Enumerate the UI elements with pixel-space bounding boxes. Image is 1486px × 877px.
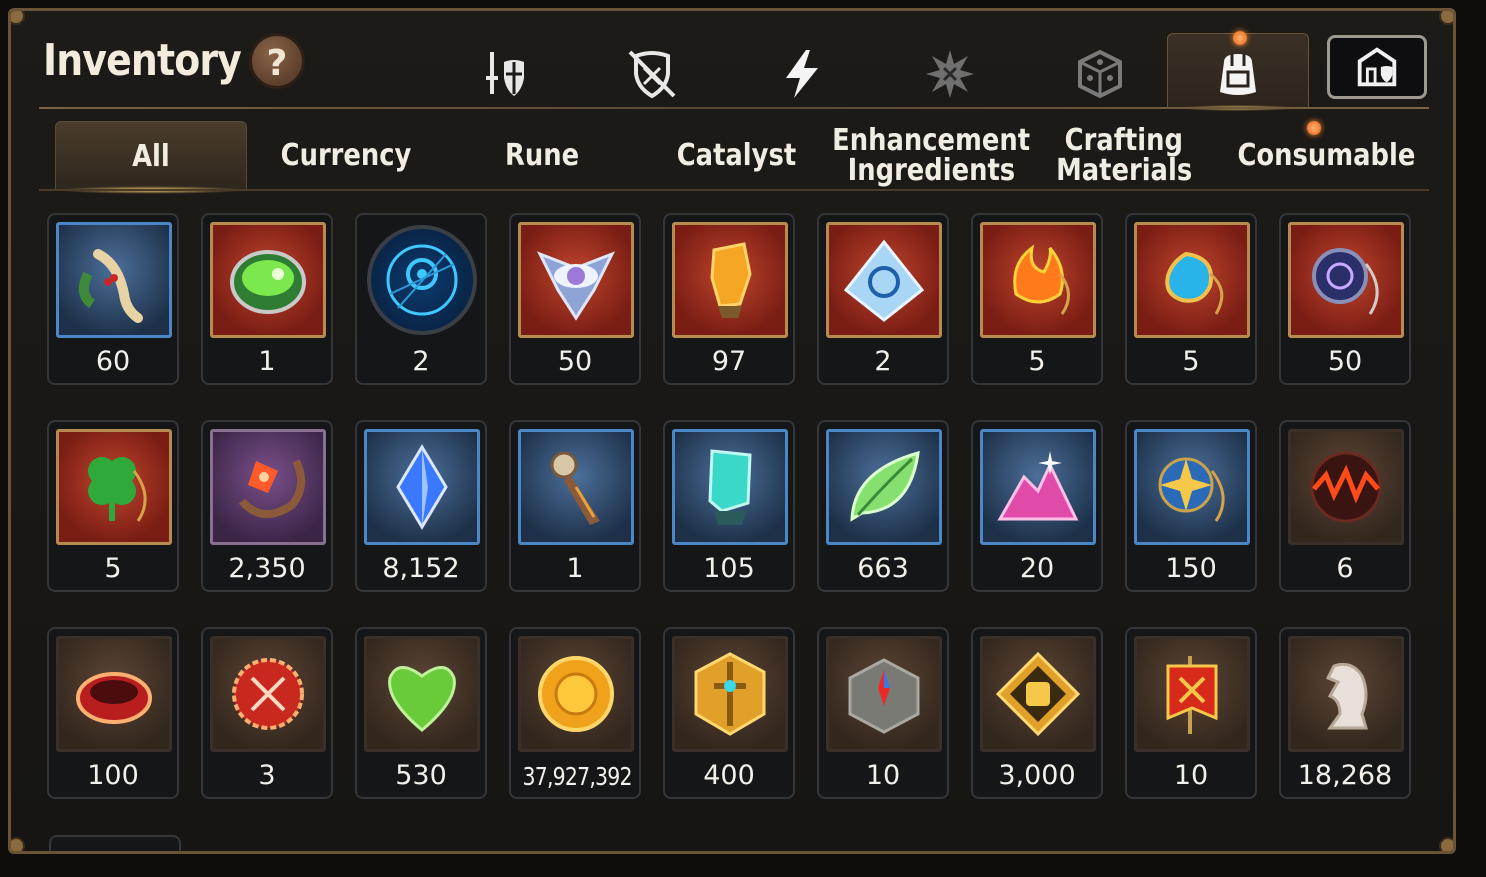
tabs-divider — [39, 189, 1429, 191]
green-gem-icon — [230, 250, 306, 314]
water-pendant-icon — [1165, 251, 1224, 315]
item-slot[interactable]: 10 — [817, 627, 949, 799]
item-slot[interactable]: 100 — [47, 627, 179, 799]
exit-castle-icon — [1357, 47, 1397, 87]
notification-dot — [1233, 31, 1247, 45]
chess-knight-icon — [1325, 662, 1368, 730]
triquetra-pyramid-icon — [843, 239, 925, 322]
item-slot[interactable]: 5 — [1125, 213, 1257, 385]
moon-pendant-icon — [1312, 248, 1379, 315]
header-divider — [39, 107, 1429, 109]
sword-shield-icon — [486, 52, 524, 96]
item-slot[interactable]: 50 — [1279, 213, 1411, 385]
fire-orb-icon — [1310, 451, 1382, 523]
tab-enhancement-ingredients[interactable]: Enhancement Ingredients — [831, 121, 1031, 191]
item-slot[interactable]: 400 — [663, 627, 795, 799]
red-ring-icon — [76, 672, 152, 724]
item-slot[interactable]: 50 — [509, 213, 641, 385]
enchanted-dagger-icon — [550, 451, 600, 525]
teal-crystal-icon — [708, 449, 752, 525]
item-slot[interactable]: 530 — [355, 627, 487, 799]
tab-all[interactable]: All — [55, 121, 247, 194]
backpack-icon — [1220, 54, 1256, 95]
category-tab-inventory[interactable] — [1203, 39, 1273, 109]
tab-crafting-materials[interactable]: Crafting Materials — [1029, 121, 1219, 191]
eye-crystal-icon — [536, 251, 616, 321]
category-tab-dice[interactable] — [1065, 39, 1135, 109]
war-banner-icon — [1166, 656, 1218, 734]
exit-button[interactable] — [1327, 35, 1427, 99]
ginseng-root-icon — [78, 249, 143, 323]
red-badge-icon — [232, 658, 304, 730]
item-slot[interactable]: 3,000 — [971, 627, 1103, 799]
item-slot[interactable]: 1 — [509, 420, 641, 592]
gold-coin-icon — [538, 656, 614, 732]
blue-crystal-icon — [396, 444, 448, 530]
tab-consumable[interactable]: Consumable — [1221, 121, 1431, 191]
corner-ornament — [1439, 11, 1453, 25]
dice-icon — [1078, 49, 1122, 99]
green-heart-icon — [388, 666, 456, 732]
item-slot[interactable]: 10 — [1125, 627, 1257, 799]
ring-amulet-icon — [238, 459, 306, 518]
gold-sword-emblem-icon — [694, 652, 766, 736]
item-slot[interactable]: 1 — [201, 213, 333, 385]
blue-rune-orb-icon — [386, 244, 458, 316]
item-slot[interactable]: 8,152 — [355, 420, 487, 592]
item-slot[interactable]: 663 — [817, 420, 949, 592]
broken-shield-icon — [628, 50, 676, 99]
corner-ornament — [1439, 837, 1453, 851]
inventory-panel: Inventory ? All Currency Rune Catalyst E… — [8, 8, 1456, 854]
item-slot[interactable]: 2,350 — [201, 420, 333, 592]
item-slot[interactable]: 3 — [201, 627, 333, 799]
item-slot[interactable]: 37,927,392 — [509, 627, 641, 799]
green-leaf-icon — [850, 450, 920, 522]
corner-ornament — [11, 11, 25, 25]
item-slot[interactable]: 60 — [47, 213, 179, 385]
item-slot[interactable]: 105 — [663, 420, 795, 592]
page-title: Inventory — [43, 35, 242, 86]
clover-pendant-icon — [88, 457, 147, 522]
item-slot[interactable]: 2 — [817, 213, 949, 385]
fire-pendant-icon — [1013, 244, 1070, 315]
category-tab-skills[interactable] — [767, 39, 837, 109]
item-slot[interactable]: 18,268 — [1279, 627, 1411, 799]
item-slot[interactable]: 150 — [1125, 420, 1257, 592]
amber-crystal-icon — [710, 242, 752, 318]
starburst-emblem-icon — [926, 50, 974, 98]
item-slot-partial[interactable] — [49, 835, 181, 851]
item-slot[interactable]: 5 — [971, 213, 1103, 385]
lightning-icon — [786, 50, 818, 98]
corner-ornament — [11, 837, 25, 851]
star-pendant-icon — [1158, 457, 1225, 522]
item-slot[interactable]: 20 — [971, 420, 1103, 592]
stone-compass-icon — [848, 658, 920, 734]
tab-rune[interactable]: Rune — [447, 121, 637, 191]
category-tab-equipment[interactable] — [469, 39, 539, 109]
tab-catalyst[interactable]: Catalyst — [641, 121, 831, 191]
category-tab-emblem[interactable] — [915, 39, 985, 109]
category-tab-broken-gear[interactable] — [617, 39, 687, 109]
tab-currency[interactable]: Currency — [251, 121, 441, 191]
fist-emblem-icon — [995, 651, 1081, 737]
filter-tabs: All Currency Rune Catalyst Enhancement I… — [51, 121, 1431, 194]
notification-dot — [1307, 121, 1321, 135]
item-slot[interactable]: 97 — [663, 213, 795, 385]
help-button[interactable]: ? — [249, 33, 305, 89]
item-slot[interactable]: 5 — [47, 420, 179, 592]
pink-crystal-pile-icon — [997, 451, 1079, 521]
item-slot[interactable]: 6 — [1279, 420, 1411, 592]
item-slot[interactable]: 2 — [355, 213, 487, 385]
